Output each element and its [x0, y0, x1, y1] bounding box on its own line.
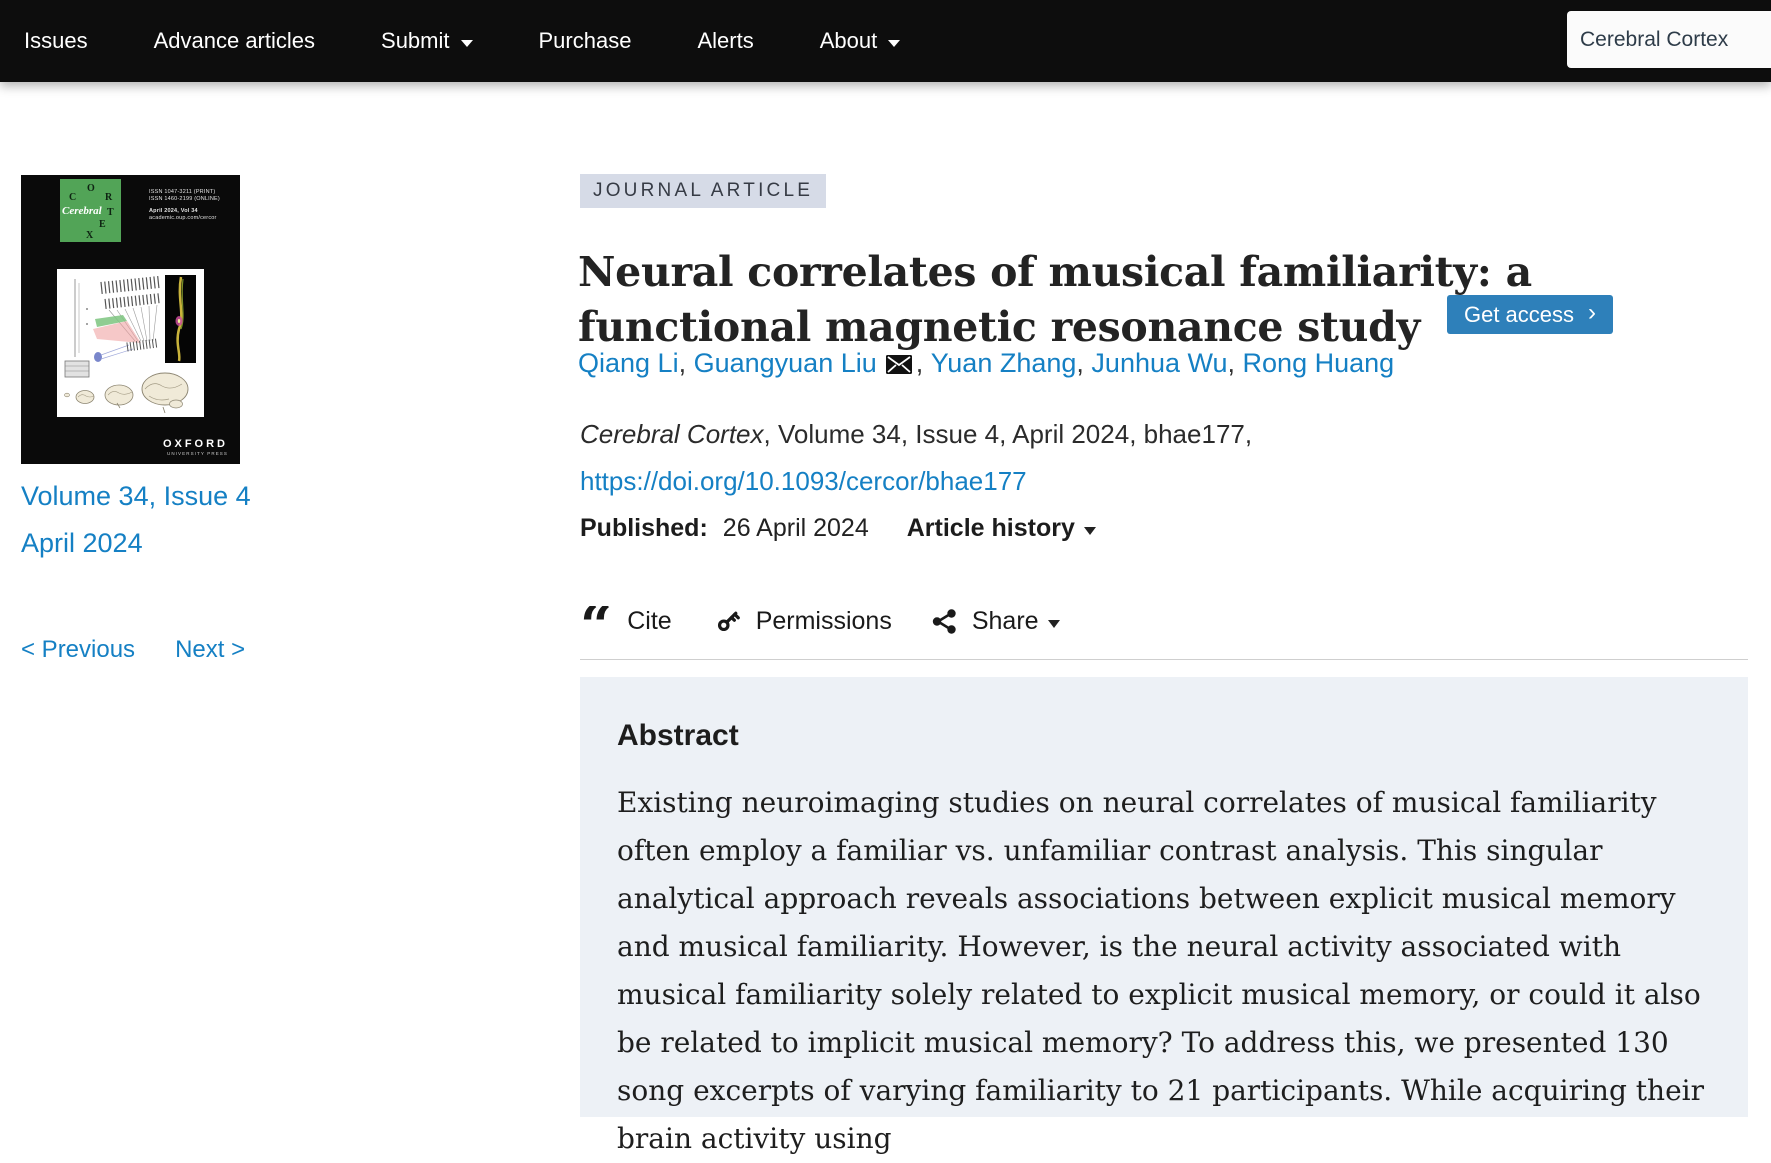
doi-link[interactable]: https://doi.org/10.1093/cercor/bhae177: [580, 466, 1027, 497]
top-navigation-bar: Issues Advance articles Submit Purchase …: [0, 0, 1771, 82]
section-divider: [580, 659, 1748, 660]
author-separator: ,: [1228, 348, 1243, 379]
abstract-text: Existing neuroimaging studies on neural …: [617, 779, 1725, 1163]
cover-artwork: [57, 269, 204, 417]
share-icon: [932, 609, 957, 634]
author-link[interactable]: Junhua Wu: [1091, 348, 1227, 379]
author-separator: ,: [916, 348, 931, 379]
article-actions-row: “ Cite Permissions Share: [580, 598, 1060, 644]
cover-issn-print: ISSN 1047-3211 (PRINT): [149, 189, 220, 196]
chevron-down-icon: [461, 40, 473, 47]
nav-item-submit-label: Submit: [381, 28, 449, 54]
chevron-down-icon: [1048, 620, 1060, 628]
author-link[interactable]: Qiang Li: [578, 348, 679, 379]
previous-article-link[interactable]: < Previous: [21, 636, 135, 664]
nav-item-issues[interactable]: Issues: [24, 28, 88, 54]
next-article-link[interactable]: Next >: [175, 636, 245, 664]
share-label: Share: [972, 607, 1039, 636]
published-label: Published:: [580, 514, 708, 543]
nav-item-submit[interactable]: Submit: [381, 28, 472, 54]
chevron-down-icon: [1084, 527, 1096, 535]
author-link-corresponding[interactable]: Guangyuan Liu: [694, 348, 877, 379]
cover-letter-r: R: [105, 192, 112, 203]
cover-journal-name: Cerebral: [62, 205, 102, 217]
cite-button[interactable]: “ Cite: [580, 602, 672, 640]
chevron-right-icon: ›: [1588, 303, 1596, 323]
key-icon: [715, 608, 741, 634]
permissions-button[interactable]: Permissions: [715, 607, 892, 636]
quote-icon: “: [580, 606, 612, 644]
nav-item-alerts[interactable]: Alerts: [697, 28, 753, 54]
cover-letter-o: O: [87, 183, 95, 194]
email-icon[interactable]: [886, 355, 912, 374]
cover-issn-block: ISSN 1047-3211 (PRINT) ISSN 1460-2199 (O…: [149, 189, 220, 222]
cover-issn-online: ISSN 1460-2199 (ONLINE): [149, 196, 220, 203]
nav-item-advance-articles[interactable]: Advance articles: [154, 28, 315, 54]
publisher-logo: OXFORD UNIVERSITY PRESS: [163, 438, 228, 456]
share-button[interactable]: Share: [932, 607, 1060, 636]
cover-letter-c: C: [69, 192, 76, 203]
journal-cover-image[interactable]: C O R Cerebral T E X ISSN 1047-3211 (PRI…: [21, 175, 240, 464]
volume-issue-link[interactable]: Volume 34, Issue 4: [21, 481, 251, 512]
citation-details: , Volume 34, Issue 4, April 2024, bhae17…: [764, 419, 1253, 449]
article-pager: < Previous Next >: [21, 636, 245, 664]
author-link[interactable]: Rong Huang: [1243, 348, 1395, 379]
permissions-label: Permissions: [756, 607, 892, 636]
article-history-label: Article history: [907, 514, 1075, 543]
author-separator: ,: [1076, 348, 1091, 379]
get-access-label: Get access: [1464, 302, 1574, 328]
cover-website: academic.oup.com/cercor: [149, 215, 220, 222]
abstract-heading: Abstract: [617, 719, 1708, 753]
nav-item-about-label: About: [820, 28, 878, 54]
author-link[interactable]: Yuan Zhang: [931, 348, 1077, 379]
chevron-down-icon: [888, 40, 900, 47]
journal-scope-search-box[interactable]: Cerebral Cortex: [1567, 11, 1771, 68]
nav-item-purchase[interactable]: Purchase: [539, 28, 632, 54]
nav-item-about[interactable]: About: [820, 28, 901, 54]
nav-menu: Issues Advance articles Submit Purchase …: [0, 0, 1771, 82]
cover-logo-block: C O R Cerebral T E X: [60, 179, 121, 242]
cite-label: Cite: [627, 607, 671, 636]
author-separator: ,: [679, 348, 694, 379]
article-type-badge: JOURNAL ARTICLE: [580, 174, 826, 208]
cover-artwork-illustration: [57, 269, 204, 417]
publisher-tagline: UNIVERSITY PRESS: [163, 451, 228, 456]
issue-date-link[interactable]: April 2024: [21, 528, 143, 559]
author-list: Qiang Li, Guangyuan Liu, Yuan Zhang, Jun…: [578, 348, 1394, 379]
abstract-section: Abstract Existing neuroimaging studies o…: [580, 677, 1748, 1117]
article-history-toggle[interactable]: Article history: [907, 514, 1096, 543]
journal-name: Cerebral Cortex: [580, 419, 764, 449]
publication-row: Published: 26 April 2024 Article history: [580, 514, 1096, 543]
citation-line: Cerebral Cortex, Volume 34, Issue 4, Apr…: [580, 416, 1252, 452]
publisher-name: OXFORD: [163, 438, 228, 450]
cover-letter-t: T: [107, 207, 114, 218]
cover-letter-x: X: [86, 230, 93, 241]
get-access-button[interactable]: Get access ›: [1447, 295, 1613, 334]
article-title: Neural correlates of musical familiarity…: [578, 245, 1568, 355]
cover-letter-e: E: [99, 219, 106, 230]
published-date: 26 April 2024: [723, 514, 869, 543]
cover-issue-info: April 2024, Vol 34: [149, 208, 220, 215]
